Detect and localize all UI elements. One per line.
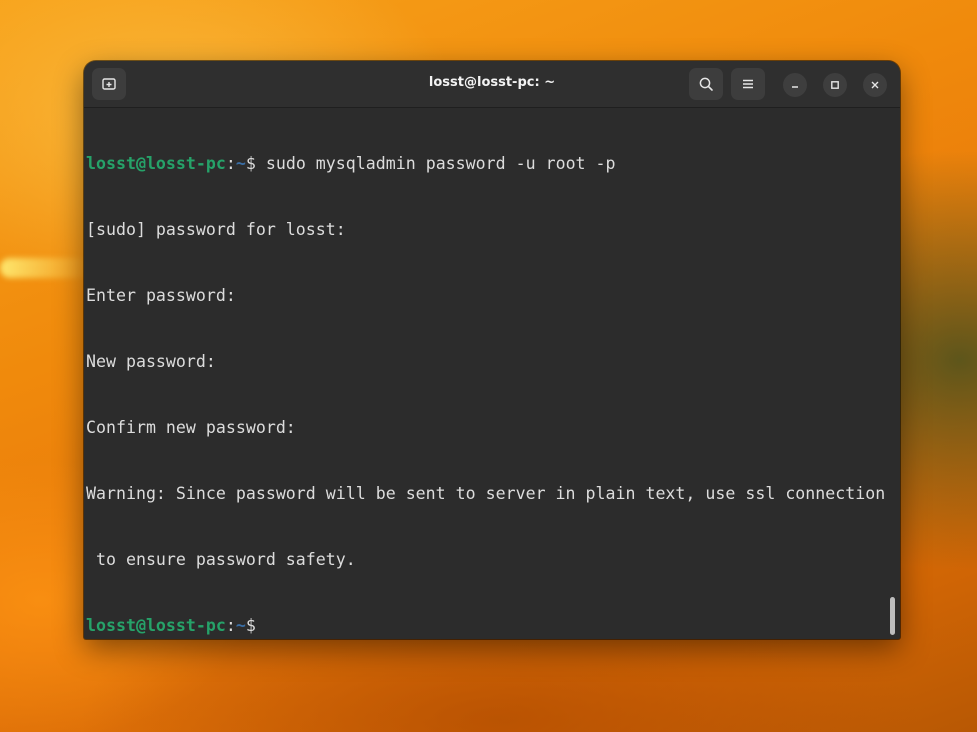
prompt-separator: : [225,616,236,635]
maximize-icon [831,81,839,89]
close-button[interactable] [863,73,887,97]
prompt-user: losst@losst-pc [86,154,226,173]
output-line: [sudo] password for losst: [86,220,346,239]
output-line: to ensure password safety. [86,550,356,569]
hamburger-menu-icon [743,79,753,89]
minimize-icon [792,86,798,88]
titlebar[interactable]: losst@losst-pc: ~ [84,61,900,108]
minimize-button[interactable] [783,73,807,97]
output-line: Confirm new password: [86,418,296,437]
wallpaper-streak [0,258,90,278]
prompt-user: losst@losst-pc [86,616,226,635]
new-tab-icon [102,78,116,90]
scrollbar-thumb[interactable] [890,597,895,635]
terminal-window[interactable]: losst@losst-pc: ~ losst@losst-pc:~$ sudo… [84,61,900,639]
close-icon [871,81,879,89]
command-line: losst@losst-pc:~$ sudo mysqladmin passwo… [86,153,892,175]
prompt-symbol: $ [245,616,256,635]
prompt-path: ~ [235,154,246,173]
prompt-path: ~ [235,616,246,635]
maximize-button[interactable] [823,73,847,97]
output-line: Enter password: [86,286,236,305]
output-line: Warning: Since password will be sent to … [86,484,886,503]
menu-button[interactable] [731,68,765,100]
final-prompt-line: losst@losst-pc:~$ [86,615,892,637]
window-title: losst@losst-pc: ~ [428,75,556,90]
terminal-output-area[interactable]: losst@losst-pc:~$ sudo mysqladmin passwo… [86,109,892,637]
prompt-symbol: $ [245,154,266,173]
output-line: New password: [86,352,216,371]
search-button[interactable] [689,68,723,100]
command-text: sudo mysqladmin password -u root -p [265,154,616,173]
prompt-separator: : [225,154,236,173]
search-icon [699,77,713,91]
new-tab-button[interactable] [92,68,126,100]
